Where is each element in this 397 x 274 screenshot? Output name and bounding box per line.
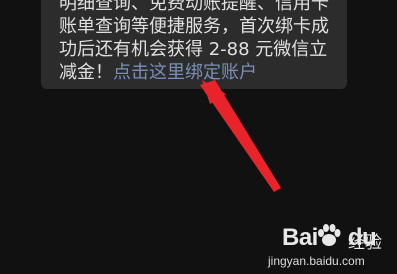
- baidu-jingyan-watermark: Bai du 经验 jingyan.baidu.com: [268, 220, 397, 274]
- baidu-logo-prefix: Bai: [282, 224, 318, 251]
- watermark-url: jingyan.baidu.com: [268, 254, 365, 268]
- paw-icon: [318, 224, 341, 246]
- jingyan-label: 经验: [348, 233, 382, 253]
